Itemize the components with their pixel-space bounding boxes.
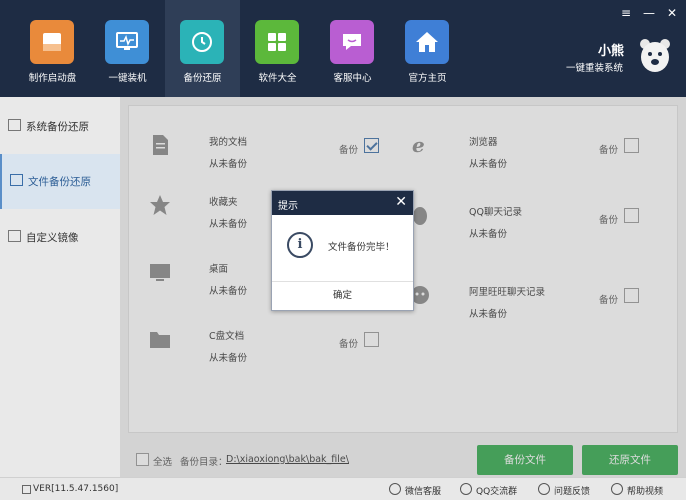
nav-label: 制作启动盘 [28, 73, 77, 84]
chat-bubble-icon [330, 20, 374, 64]
dialog-ok-button[interactable]: 确定 [272, 282, 413, 310]
apps-grid-icon [255, 20, 299, 64]
nav-make-boot-disk[interactable]: 制作启动盘 [15, 0, 90, 97]
usb-drive-icon [30, 20, 74, 64]
feedback-link[interactable]: 问题反馈 [554, 484, 590, 497]
version-icon [22, 485, 31, 494]
nav-label: 客服中心 [333, 73, 372, 84]
dialog-title: 提示 [278, 201, 298, 212]
qq-group-icon [460, 483, 472, 495]
sidebar-item-custom-image[interactable]: 自定义镜像 [0, 210, 120, 265]
sidebar-item-label: 系统备份还原 [26, 121, 89, 133]
home-icon [405, 20, 449, 64]
sidebar-item-label: 文件备份还原 [28, 176, 91, 188]
nav-official-home[interactable]: 官方主页 [390, 0, 465, 97]
nav-label: 一键装机 [108, 73, 147, 84]
brand-name: 小熊 [598, 44, 625, 59]
nav-label: 软件大全 [258, 73, 297, 84]
brand-slogan: 一键重装系统 [566, 63, 624, 74]
restore-icon [180, 20, 224, 64]
wechat-service-link[interactable]: 微信客服 [405, 484, 441, 497]
app-header: 制作启动盘 一键装机 备份还原 软件大全 客服中心 官方主页 ≡ — ✕ 小熊 … [0, 0, 686, 97]
sidebar: 系统备份还原 文件备份还原 自定义镜像 [0, 97, 120, 477]
version-text: VER[11.5.47.1560] [33, 484, 119, 494]
nav-one-click-install[interactable]: 一键装机 [90, 0, 165, 97]
nav-backup-restore[interactable]: 备份还原 [165, 0, 240, 97]
dialog-title-bar: 提示 ✕ [272, 191, 413, 215]
sidebar-item-system-backup[interactable]: 系统备份还原 [0, 99, 120, 154]
nav-label: 备份还原 [183, 73, 222, 84]
help-video-icon [611, 483, 623, 495]
folder-backup-icon [10, 174, 23, 186]
system-backup-icon [8, 119, 21, 131]
bear-logo-icon [640, 39, 670, 72]
wechat-icon [389, 483, 401, 495]
menu-button[interactable]: ≡ [619, 6, 633, 20]
nav-customer-service[interactable]: 客服中心 [315, 0, 390, 97]
dialog-close-button[interactable]: ✕ [395, 194, 407, 210]
feedback-icon [538, 483, 550, 495]
minimize-button[interactable]: — [642, 6, 656, 20]
info-icon: i [287, 232, 313, 258]
custom-image-icon [8, 230, 21, 242]
nav-label: 官方主页 [408, 73, 447, 84]
sidebar-item-label: 自定义镜像 [26, 232, 79, 244]
help-video-link[interactable]: 帮助视频 [627, 484, 663, 497]
monitor-icon [105, 20, 149, 64]
nav-software[interactable]: 软件大全 [240, 0, 315, 97]
sidebar-item-file-backup[interactable]: 文件备份还原 [0, 154, 120, 209]
close-window-button[interactable]: ✕ [665, 6, 679, 20]
qq-group-link[interactable]: QQ交流群 [476, 484, 517, 497]
notice-dialog: 提示 ✕ i 文件备份完毕！ 确定 [271, 190, 414, 311]
dialog-message: 文件备份完毕！ [328, 242, 395, 253]
status-bar: VER[11.5.47.1560] 微信客服 QQ交流群 问题反馈 帮助视频 [0, 477, 686, 500]
